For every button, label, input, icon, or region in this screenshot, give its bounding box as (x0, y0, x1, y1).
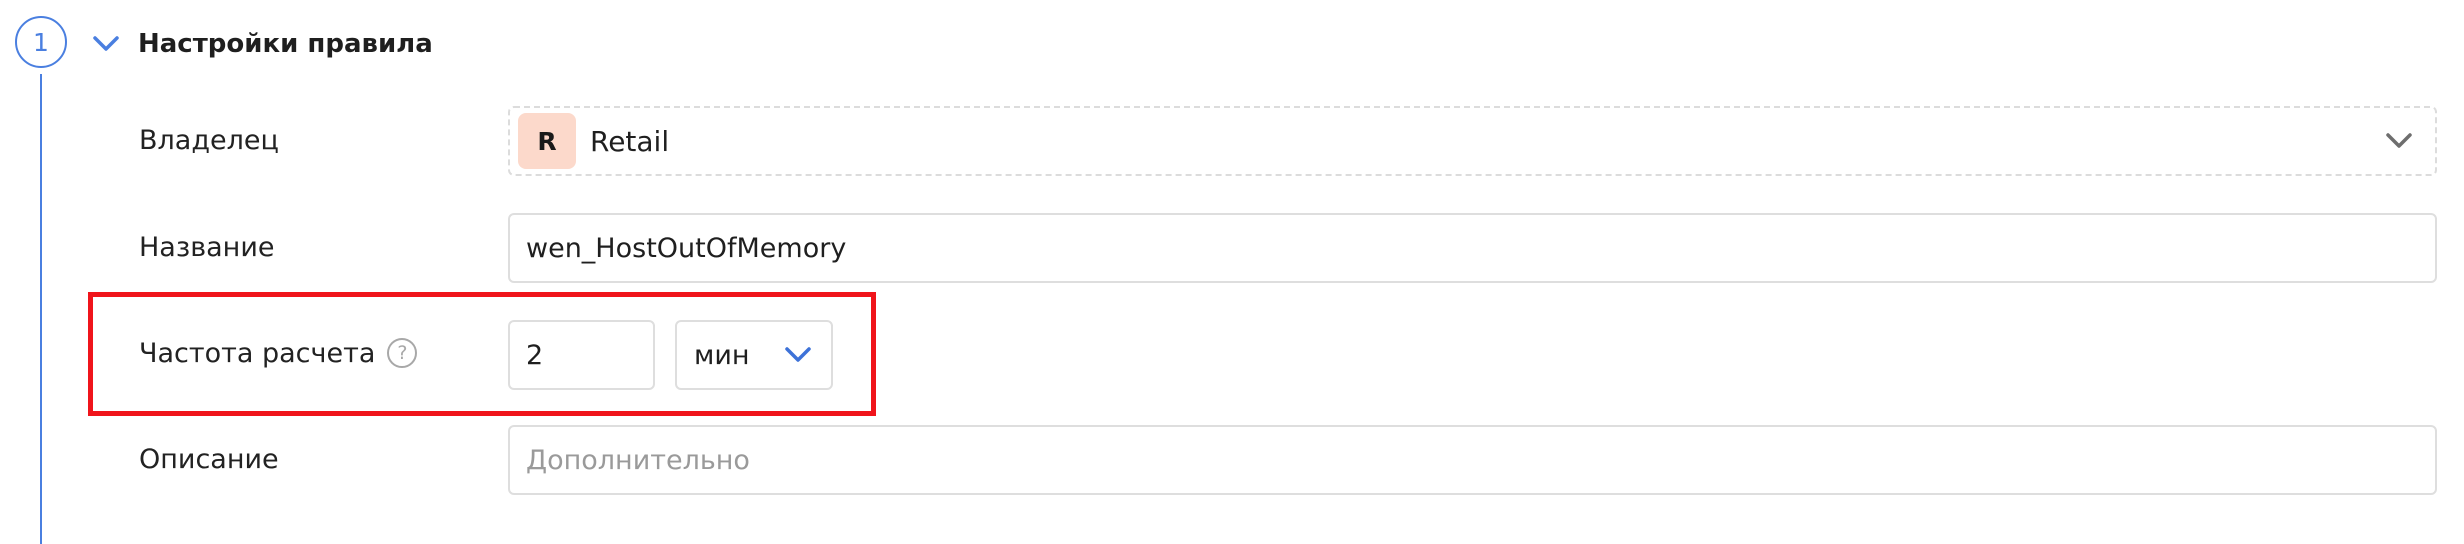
chevron-down-icon (2386, 133, 2412, 148)
frequency-label: Частота расчета? (139, 334, 418, 374)
frequency-unit-value: мин (694, 339, 750, 371)
owner-select[interactable]: R Retail (508, 106, 2437, 176)
step-number-badge: 1 (15, 16, 67, 68)
owner-dropdown-toggle[interactable] (2381, 126, 2417, 156)
owner-avatar-letter: R (537, 126, 557, 156)
description-input[interactable] (508, 425, 2437, 495)
step-number: 1 (33, 27, 49, 57)
frequency-value-input[interactable] (508, 320, 655, 390)
step-connector-line (40, 74, 42, 544)
chevron-down-icon (785, 347, 811, 362)
help-icon-glyph: ? (397, 341, 408, 364)
description-label: Описание (139, 444, 279, 475)
unit-dropdown-toggle[interactable] (781, 340, 815, 370)
name-input[interactable] (508, 213, 2437, 283)
chevron-down-icon (93, 36, 119, 51)
section-collapse-toggle[interactable] (86, 26, 126, 62)
section-title: Настройки правила (138, 29, 433, 59)
owner-value: Retail (590, 124, 670, 158)
owner-avatar: R (518, 113, 576, 169)
frequency-unit-select[interactable]: мин (675, 320, 833, 390)
help-icon[interactable]: ? (387, 337, 418, 368)
frequency-label-text: Частота расчета (139, 338, 376, 369)
owner-label: Владелец (139, 125, 279, 156)
name-label: Название (139, 232, 275, 263)
